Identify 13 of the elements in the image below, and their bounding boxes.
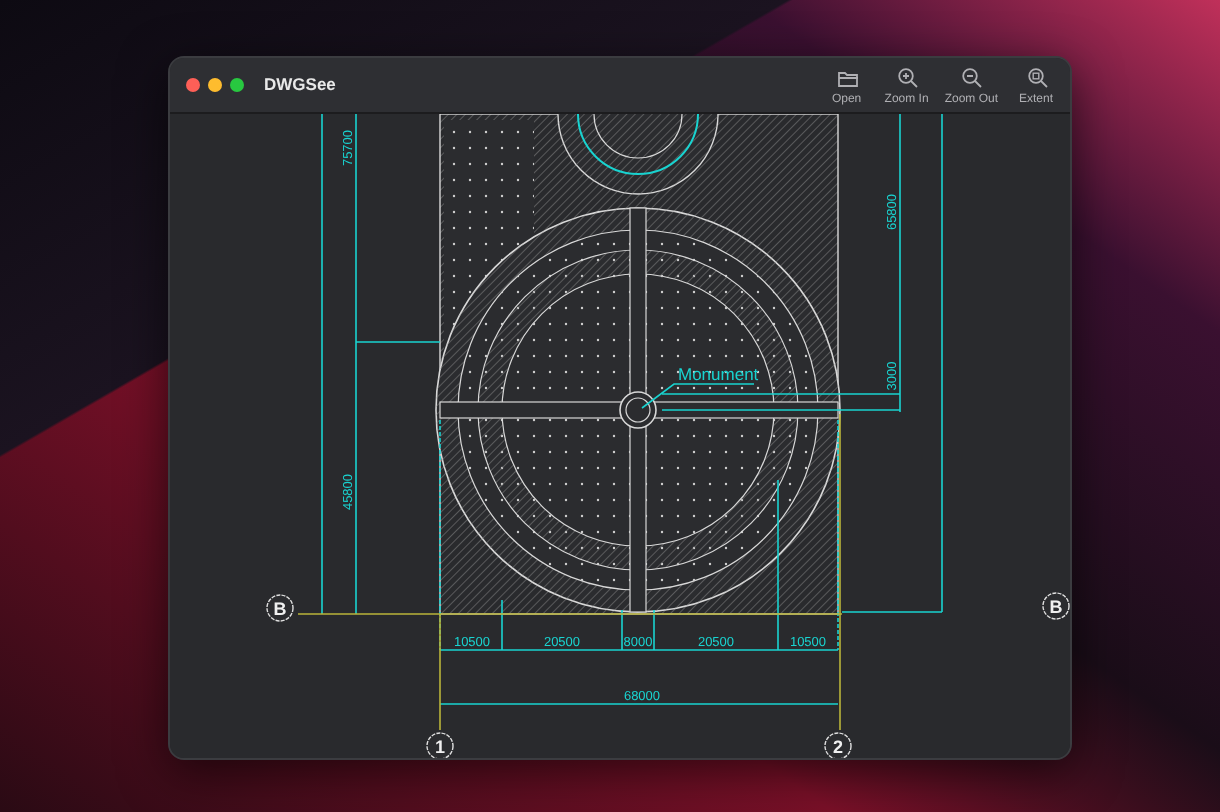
grid-bubble: B [266, 594, 294, 622]
zoom-button[interactable] [230, 78, 244, 92]
grid-bubble: B [1042, 592, 1070, 620]
leader-line [641, 383, 755, 409]
annotation-label: Monument [678, 364, 759, 384]
minimize-button[interactable] [208, 78, 222, 92]
zoom-out-icon [960, 65, 983, 87]
zoom-in-icon [895, 65, 918, 87]
close-button[interactable] [186, 78, 200, 92]
window-title: DWGSee [264, 72, 336, 98]
zoom-extent-icon [1025, 65, 1047, 87]
grid-bubble: 1 [426, 732, 454, 758]
grid-bubble: 2 [824, 732, 852, 758]
